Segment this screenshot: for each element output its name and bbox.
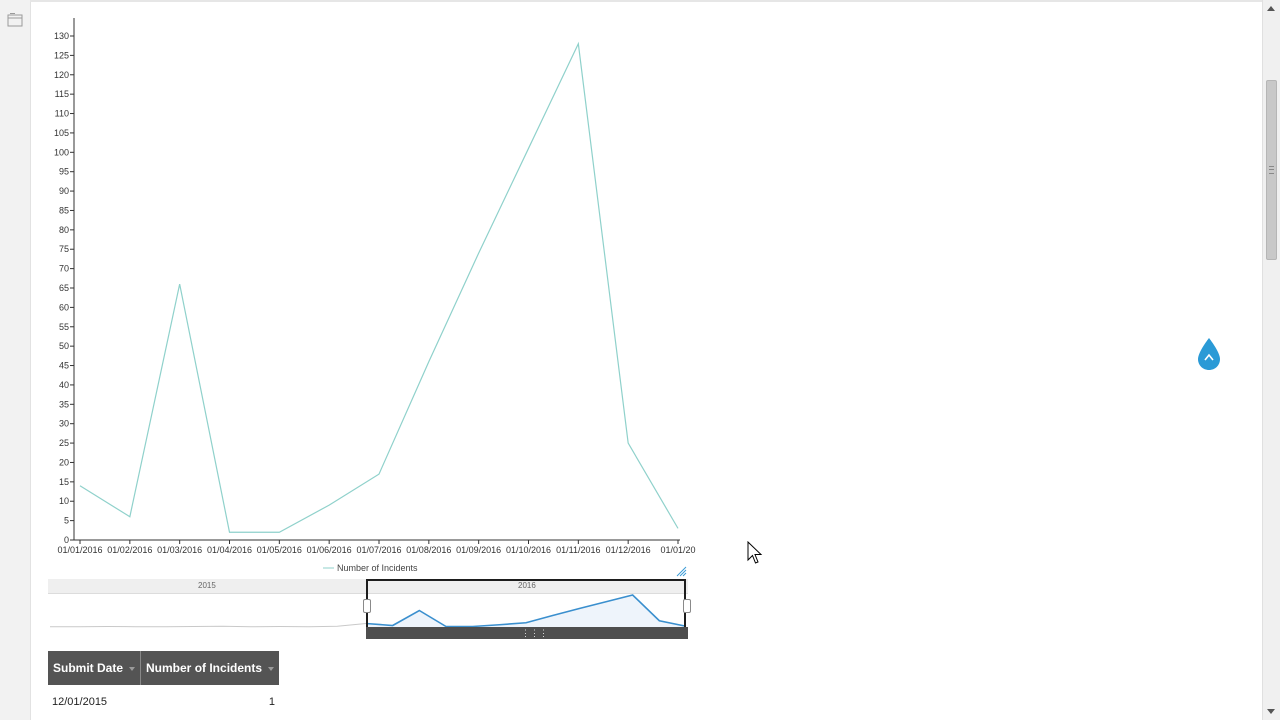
y-tick-label: 110 bbox=[55, 109, 69, 119]
x-tick-label: 01/09/2016 bbox=[456, 545, 501, 555]
column-header-label: Submit Date bbox=[53, 661, 124, 675]
data-point[interactable] bbox=[178, 282, 182, 286]
page-scrollbar[interactable] bbox=[1262, 0, 1280, 720]
data-point[interactable] bbox=[78, 484, 82, 488]
incidents-table: Submit Date Number of Incidents 12/01/20… bbox=[48, 651, 280, 719]
y-tick-label: 30 bbox=[59, 419, 69, 429]
y-tick-label: 115 bbox=[55, 89, 69, 99]
y-tick-label: 85 bbox=[59, 205, 69, 215]
sort-caret-icon[interactable] bbox=[129, 666, 136, 671]
left-rail bbox=[0, 0, 31, 720]
y-tick-label: 125 bbox=[54, 50, 69, 60]
y-tick-label: 15 bbox=[59, 477, 69, 487]
y-tick-label: 65 bbox=[59, 283, 69, 293]
x-tick-label: 01/06/2016 bbox=[307, 545, 352, 555]
grip-icon bbox=[1269, 166, 1274, 174]
y-tick-label: 60 bbox=[59, 302, 69, 312]
y-tick-label: 20 bbox=[59, 457, 69, 467]
page: 0 5 10 15 20 25 30 35 40 45 50 55 60 65 70 75 80 85 90 95 10… bbox=[0, 0, 1280, 720]
x-tick-label: 01/01/20 bbox=[660, 545, 695, 555]
navigator-left-handle[interactable] bbox=[363, 599, 371, 613]
y-tick-label: 50 bbox=[59, 341, 69, 351]
x-tick-label: 01/08/2016 bbox=[406, 545, 451, 555]
mouse-cursor-icon bbox=[747, 541, 763, 564]
x-tick-label: 01/07/2016 bbox=[356, 545, 401, 555]
y-tick-label: 5 bbox=[64, 516, 69, 526]
range-navigator[interactable]: 2015 2016 ⋮⋮⋮ bbox=[48, 579, 691, 641]
x-tick-label: 01/05/2016 bbox=[257, 545, 302, 555]
navigator-line-outside bbox=[50, 623, 367, 628]
data-point[interactable] bbox=[626, 441, 630, 445]
y-tick-label: 105 bbox=[54, 128, 69, 138]
y-tick-label: 35 bbox=[59, 399, 69, 409]
navigator-right-handle[interactable] bbox=[683, 599, 691, 613]
data-point[interactable] bbox=[527, 146, 531, 150]
data-point[interactable] bbox=[477, 251, 481, 255]
y-tick-label: 55 bbox=[59, 322, 69, 332]
y-tick-label: 120 bbox=[54, 70, 69, 80]
y-tick-label: 70 bbox=[59, 264, 69, 274]
chart-svg: 0 5 10 15 20 25 30 35 40 45 50 55 60 65 70 75 80 85 90 95 10… bbox=[54, 18, 696, 573]
x-axis: 01/01/2016 01/02/2016 01/03/2016 01/04/2016… bbox=[57, 539, 696, 555]
y-tick-label: 40 bbox=[59, 380, 69, 390]
y-tick-label: 90 bbox=[59, 186, 69, 196]
scroll-thumb[interactable] bbox=[1266, 80, 1277, 260]
column-header-incidents[interactable]: Number of Incidents bbox=[140, 651, 280, 685]
legend-label: Number of Incidents bbox=[337, 563, 418, 573]
navigator-scrollbar[interactable]: ⋮⋮⋮ bbox=[366, 627, 688, 639]
x-tick-label: 01/02/2016 bbox=[107, 545, 152, 555]
sort-caret-icon[interactable] bbox=[268, 666, 275, 671]
x-tick-label: 01/10/2016 bbox=[506, 545, 551, 555]
x-tick-label: 01/03/2016 bbox=[157, 545, 202, 555]
scroll-down-icon[interactable] bbox=[1267, 709, 1275, 714]
column-header-submit-date[interactable]: Submit Date bbox=[48, 651, 142, 685]
data-point[interactable] bbox=[228, 530, 232, 534]
y-tick-label: 95 bbox=[59, 167, 69, 177]
data-point[interactable] bbox=[427, 360, 431, 364]
scroll-up-icon[interactable] bbox=[1267, 6, 1275, 11]
y-tick-label: 10 bbox=[59, 496, 69, 506]
resize-handle-icon[interactable] bbox=[675, 565, 687, 577]
cell-submit-date: 12/01/2015 bbox=[52, 696, 108, 708]
y-tick-label: 0 bbox=[64, 535, 69, 545]
y-axis: 0 5 10 15 20 25 30 35 40 45 50 55 60 65 70 75 80 85 90 95 10… bbox=[54, 18, 75, 545]
x-tick-label: 01/11/2016 bbox=[556, 545, 600, 555]
y-tick-label: 75 bbox=[59, 244, 69, 254]
x-tick-label: 01/01/2016 bbox=[57, 545, 102, 555]
x-tick-label: 01/12/2016 bbox=[606, 545, 651, 555]
chart-legend[interactable]: Number of Incidents bbox=[323, 563, 418, 573]
series-layer bbox=[78, 41, 680, 534]
y-tick-label: 100 bbox=[54, 147, 69, 157]
column-header-label: Number of Incidents bbox=[146, 661, 263, 675]
grip-icon: ⋮⋮⋮ bbox=[521, 628, 548, 638]
folder-icon[interactable] bbox=[7, 13, 23, 27]
y-tick-label: 80 bbox=[59, 225, 69, 235]
data-point[interactable] bbox=[676, 526, 680, 530]
navigator-year-2015: 2015 bbox=[198, 581, 216, 590]
data-point[interactable] bbox=[277, 530, 281, 534]
series-line[interactable] bbox=[79, 41, 679, 533]
y-tick-label: 45 bbox=[59, 361, 69, 371]
x-tick-label: 01/04/2016 bbox=[207, 545, 252, 555]
scroll-top-button[interactable] bbox=[1196, 336, 1222, 372]
top-divider bbox=[30, 0, 1262, 2]
table-row[interactable]: 12/01/2015 1 bbox=[48, 685, 279, 719]
data-point[interactable] bbox=[128, 515, 132, 519]
y-tick-label: 130 bbox=[54, 31, 69, 41]
y-tick-label: 25 bbox=[59, 438, 69, 448]
line-chart: 0 5 10 15 20 25 30 35 40 45 50 55 60 65 70 75 80 85 90 95 10… bbox=[40, 10, 700, 580]
data-point[interactable] bbox=[377, 472, 381, 476]
cell-incident-count: 1 bbox=[268, 696, 276, 708]
data-point[interactable] bbox=[576, 42, 580, 46]
data-point[interactable] bbox=[327, 503, 331, 507]
table-header-row: Submit Date Number of Incidents bbox=[48, 651, 280, 685]
